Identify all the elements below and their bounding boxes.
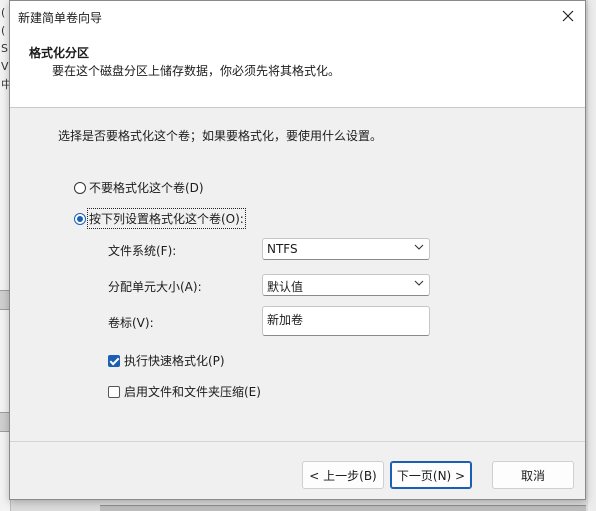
next-button[interactable]: 下一页(N) > <box>390 461 472 489</box>
footer-divider <box>10 441 585 442</box>
radio-format-label: 按下列设置格式化这个卷(O): <box>87 208 246 229</box>
page-subtitle: 要在这个磁盘分区上储存数据，你必须先将其格式化。 <box>52 64 341 78</box>
chevron-down-icon <box>414 242 424 255</box>
volume-label-label: 卷标(V): <box>108 316 154 330</box>
volume-label-input[interactable]: 新加卷 <box>262 306 430 336</box>
compression-checkbox[interactable] <box>108 385 120 398</box>
allocation-unit-select[interactable]: 默认值 <box>262 274 430 296</box>
filesystem-label: 文件系统(F): <box>108 244 177 258</box>
background-scrollbar <box>100 505 586 511</box>
filesystem-value: NTFS <box>267 242 298 256</box>
allocation-unit-label: 分配单元大小(A): <box>108 280 202 294</box>
back-button[interactable]: < 上一步(B) <box>302 461 384 489</box>
allocation-unit-value: 默认值 <box>267 280 304 294</box>
radio-format-indicator[interactable] <box>74 212 86 225</box>
volume-label-value: 新加卷 <box>267 313 304 327</box>
quick-format-checkbox[interactable] <box>108 354 120 367</box>
close-button[interactable] <box>555 4 581 28</box>
wizard-header: 格式化分区 要在这个磁盘分区上储存数据，你必须先将其格式化。 <box>10 31 585 108</box>
quick-format-option[interactable]: 执行快速格式化(P) <box>108 352 225 369</box>
cancel-button[interactable]: 取消 <box>492 461 574 489</box>
close-icon <box>562 10 574 22</box>
dialog-title: 新建简单卷向导 <box>18 11 103 25</box>
background-text-fragment: S <box>1 42 8 55</box>
new-simple-volume-wizard-dialog: 新建简单卷向导 格式化分区 要在这个磁盘分区上储存数据，你必须先将其格式化。 选… <box>9 0 586 500</box>
radio-no-format-label: 不要格式化这个卷(D) <box>89 181 204 195</box>
radio-format[interactable]: 按下列设置格式化这个卷(O): <box>74 208 246 229</box>
page-title: 格式化分区 <box>29 46 90 60</box>
title-bar: 新建简单卷向导 <box>10 1 585 31</box>
filesystem-select[interactable]: NTFS <box>262 238 430 260</box>
quick-format-label: 执行快速格式化(P) <box>124 354 225 368</box>
radio-no-format[interactable]: 不要格式化这个卷(D) <box>74 179 204 196</box>
background-text-fragment: V <box>1 60 9 73</box>
compression-option[interactable]: 启用文件和文件夹压缩(E) <box>108 383 261 400</box>
background-text-fragment: ( <box>1 24 6 37</box>
chevron-down-icon <box>414 278 424 291</box>
format-prompt: 选择是否要格式化这个卷；如果要格式化，要使用什么设置。 <box>58 129 383 143</box>
compression-label: 启用文件和文件夹压缩(E) <box>124 385 261 399</box>
background-text-fragment: ( <box>1 6 6 19</box>
radio-no-format-indicator[interactable] <box>74 181 86 194</box>
background-window-right-edge <box>588 0 596 511</box>
